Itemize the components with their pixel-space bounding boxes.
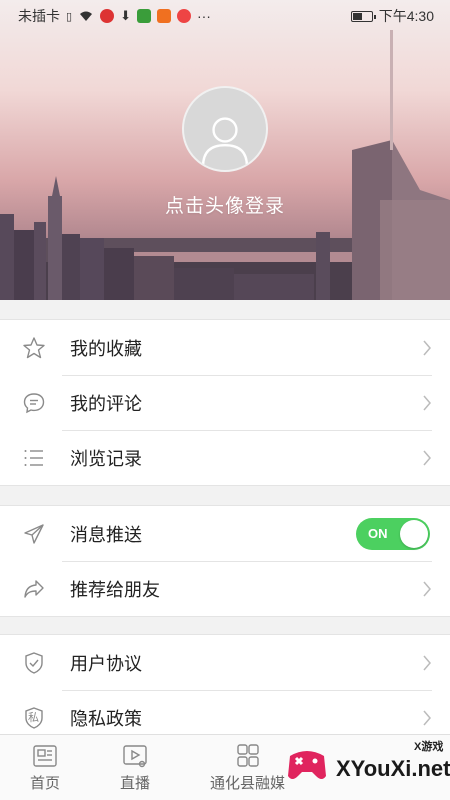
app-notification-icon — [156, 9, 171, 23]
battery-icon — [350, 10, 376, 22]
menu-item-comments[interactable]: 我的评论 — [0, 375, 450, 430]
menu-item-label: 浏览记录 — [70, 448, 142, 469]
wifi-icon — [80, 11, 93, 21]
menu-item-favorites[interactable]: 我的收藏 — [0, 320, 450, 375]
tab-label: 直播 — [119, 774, 150, 792]
menu-group-personal: 我的收藏 我的评论 浏览记录 — [0, 319, 450, 486]
app-notification-icon — [176, 9, 191, 23]
menu-group-legal: 用户协议 私 隐私政策 — [0, 634, 450, 746]
avatar[interactable] — [182, 86, 268, 172]
tab-label: 首页 — [29, 774, 60, 792]
send-icon — [0, 506, 70, 561]
comment-icon — [0, 375, 70, 430]
news-icon — [33, 744, 57, 767]
chevron-right-icon — [412, 320, 442, 375]
push-toggle[interactable]: ON — [356, 517, 430, 550]
grid-icon — [236, 743, 259, 767]
tab-live[interactable]: 直播 — [90, 735, 180, 800]
menu-item-user-agreement[interactable]: 用户协议 — [0, 635, 450, 690]
user-placeholder-icon — [201, 117, 249, 167]
watermark-small-text: X游戏 — [414, 741, 444, 753]
watermark-text: XYouXi.net — [336, 756, 450, 781]
privacy-icon-char: 私 — [28, 712, 39, 724]
carrier-text: 未插卡 — [18, 8, 60, 24]
app-notification-icon — [136, 9, 151, 23]
status-bar: 未插卡 ▯ ⬇ ··· 下午4:30 — [0, 0, 450, 32]
menu-item-label: 我的评论 — [70, 393, 142, 414]
menu-item-label: 隐私政策 — [70, 708, 142, 729]
tab-home[interactable]: 首页 — [0, 735, 90, 800]
menu-group-notifications: 消息推送 ON 推荐给朋友 — [0, 505, 450, 617]
sim-icon: ▯ — [66, 10, 73, 23]
gamepad-logo-icon — [288, 751, 326, 779]
shield-check-icon — [0, 635, 70, 690]
chevron-right-icon — [412, 430, 442, 485]
chevron-right-icon — [412, 635, 442, 690]
menu-item-share[interactable]: 推荐给朋友 — [0, 561, 450, 616]
menu-item-history[interactable]: 浏览记录 — [0, 430, 450, 485]
menu-item-label: 我的收藏 — [70, 338, 142, 359]
live-icon — [123, 744, 147, 767]
toggle-state-label: ON — [368, 525, 388, 541]
login-prompt[interactable]: 点击头像登录 — [0, 191, 450, 218]
menu-item-label: 消息推送 — [70, 524, 142, 545]
menu-item-label: 用户协议 — [70, 653, 142, 674]
menu-item-label: 推荐给朋友 — [70, 579, 160, 600]
app-notification-icon — [100, 9, 115, 23]
share-icon — [0, 561, 70, 616]
download-icon: ⬇ — [120, 8, 131, 23]
tab-label: 通化县融媒 — [209, 774, 285, 792]
chevron-right-icon — [412, 561, 442, 616]
clock: 下午4:30 — [378, 8, 434, 24]
more-notifications-icon: ··· — [196, 8, 211, 24]
menu-item-push: 消息推送 ON — [0, 506, 450, 561]
site-watermark: X游戏 XYouXi.net — [280, 734, 450, 800]
toggle-knob — [400, 519, 428, 548]
chevron-right-icon — [412, 375, 442, 430]
star-icon — [0, 320, 70, 375]
list-icon — [0, 430, 70, 485]
